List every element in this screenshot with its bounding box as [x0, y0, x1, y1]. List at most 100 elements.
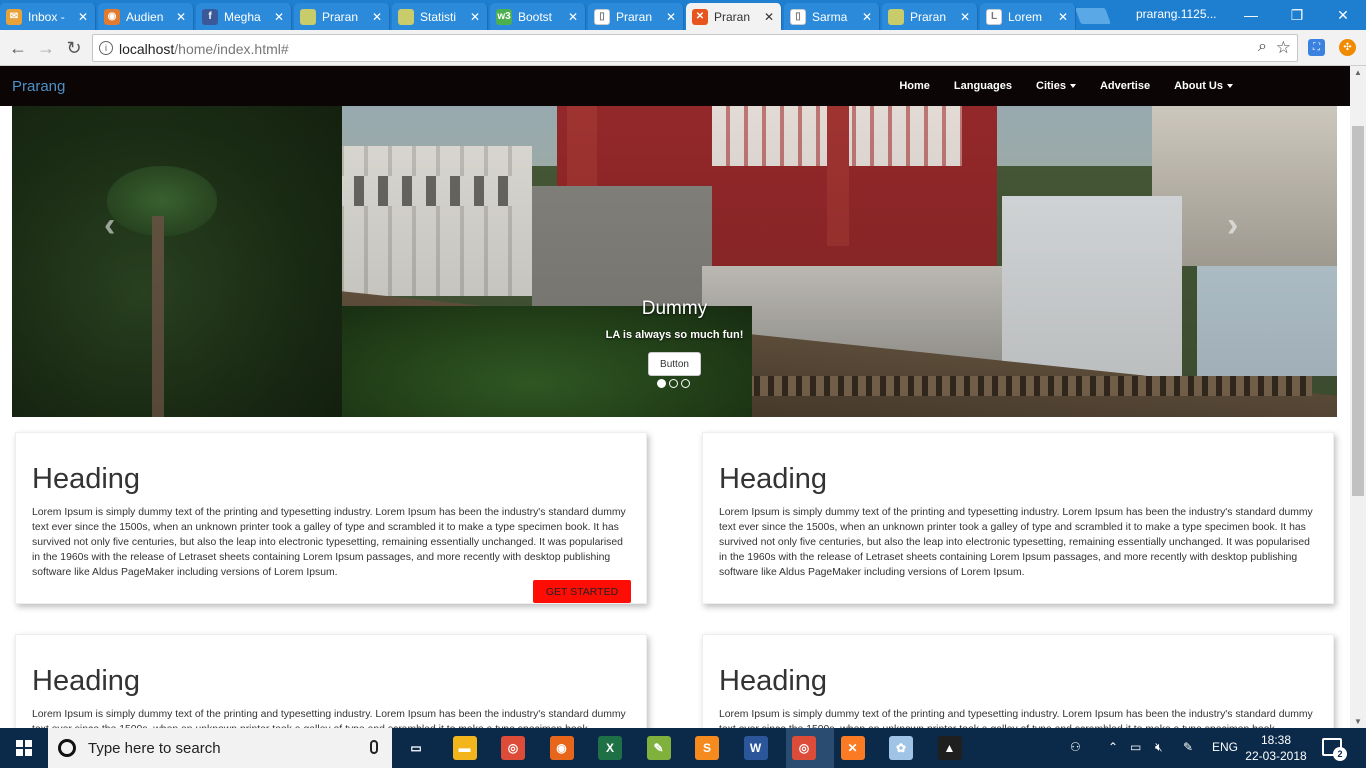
task-view-icon[interactable]: ▭ — [404, 736, 428, 760]
photos-icon[interactable]: ▲ — [937, 736, 962, 760]
carousel-indicator-dot[interactable] — [681, 379, 690, 388]
browser-tab[interactable]: w3 Bootst ✕ — [490, 3, 586, 30]
site-brand[interactable]: Prarang — [12, 78, 65, 95]
nav-item-home[interactable]: Home — [887, 66, 942, 106]
reload-icon[interactable]: ↻ — [62, 37, 86, 59]
scroll-down-icon[interactable]: ▼ — [1354, 717, 1362, 726]
tab-close-icon[interactable]: ✕ — [761, 10, 777, 24]
windows-logo-icon — [16, 740, 32, 756]
browser-tab[interactable]: ✕ Praran ✕ — [686, 3, 782, 30]
new-tab-button[interactable] — [1075, 8, 1111, 24]
carousel-indicator-dot[interactable] — [669, 379, 678, 388]
tab-title: Praran — [714, 9, 751, 24]
tab-favicon-icon: f — [202, 8, 218, 25]
maximize-button[interactable]: ❐ — [1274, 0, 1320, 30]
address-bar[interactable]: i localhost/home/index.html# ⌕ ☆ — [92, 34, 1298, 62]
tab-title: Statisti — [420, 9, 457, 24]
word-icon[interactable]: W — [743, 736, 768, 760]
carousel-indicator-dot[interactable] — [657, 379, 666, 388]
caret-down-icon — [1227, 84, 1233, 88]
start-button[interactable] — [0, 728, 48, 768]
nav-item-languages[interactable]: Languages — [942, 66, 1024, 106]
tab-close-icon[interactable]: ✕ — [271, 10, 287, 24]
tab-close-icon[interactable]: ✕ — [75, 10, 91, 24]
carousel-button[interactable]: Button — [648, 352, 701, 376]
zoom-icon[interactable]: ⌕ — [1258, 38, 1267, 56]
extension-orange-icon[interactable]: ✣ — [1339, 39, 1356, 56]
tab-close-icon[interactable]: ✕ — [467, 10, 483, 24]
network-icon[interactable]: ▭ — [1130, 740, 1141, 754]
nav-item-cities[interactable]: Cities — [1024, 66, 1088, 106]
excel-icon[interactable]: X — [598, 736, 622, 760]
tab-favicon-icon: ◉ — [104, 8, 120, 25]
tab-close-icon[interactable]: ✕ — [957, 10, 973, 24]
browser-tab[interactable]: Praran ✕ — [882, 3, 978, 30]
tab-title: Audien — [126, 9, 164, 24]
browser-tab[interactable]: ▯ Praran ✕ — [588, 3, 684, 30]
tab-title: Praran — [910, 9, 947, 24]
microphone-icon[interactable] — [370, 740, 378, 754]
language-indicator[interactable]: ENG — [1212, 740, 1238, 754]
browser-tab[interactable]: Praran ✕ — [294, 3, 390, 30]
close-window-button[interactable]: ✕ — [1320, 0, 1366, 30]
taskbar-clock[interactable]: 18:38 22-03-2018 — [1244, 732, 1308, 764]
minimize-button[interactable]: — — [1228, 0, 1274, 30]
clock-date: 22-03-2018 — [1245, 749, 1307, 763]
tab-favicon-icon: ✕ — [692, 8, 708, 25]
people-icon[interactable]: ⚇ — [1070, 740, 1081, 754]
browser-tab[interactable]: f Megha ✕ — [196, 3, 292, 30]
browser-tab[interactable]: ◉ Audien ✕ — [98, 3, 194, 30]
browser-tab[interactable]: ▯ Sarma ✕ — [784, 3, 880, 30]
tab-favicon-icon: ▯ — [790, 8, 806, 25]
firefox-icon[interactable]: ◉ — [549, 736, 574, 760]
profile-name[interactable]: prarang.1125... — [1136, 7, 1217, 21]
cortana-icon[interactable] — [58, 739, 76, 757]
file-explorer-icon[interactable]: ▬ — [452, 736, 477, 760]
extension-icon[interactable]: ⛶ — [1308, 39, 1325, 56]
tray-chevron-icon[interactable]: ⌃ — [1108, 740, 1118, 754]
site-navbar: Prarang Home Languages Cities Advertise Abou… — [0, 66, 1350, 106]
tab-close-icon[interactable]: ✕ — [369, 10, 385, 24]
nav-item-advertise[interactable]: Advertise — [1088, 66, 1162, 106]
browser-tab[interactable]: L Lorem ✕ — [980, 3, 1076, 30]
card-heading: Heading — [32, 463, 141, 495]
tab-title: Lorem — [1008, 9, 1043, 24]
scroll-up-icon[interactable]: ▲ — [1354, 68, 1362, 77]
carousel-next-icon[interactable]: › — [1227, 206, 1238, 245]
tab-close-icon[interactable]: ✕ — [859, 10, 875, 24]
card-text: Lorem Ipsum is simply dummy text of the … — [719, 709, 1313, 728]
tab-close-icon[interactable]: ✕ — [173, 10, 189, 24]
pen-icon[interactable]: ✎ — [1183, 740, 1193, 754]
forward-icon[interactable]: → — [34, 37, 58, 59]
url-text[interactable]: localhost/home/index.html# — [119, 41, 289, 57]
tab-title: Praran — [322, 9, 359, 24]
browser-toolbar: ← → ↻ i localhost/home/index.html# ⌕ ☆ — [0, 30, 1366, 66]
windows-taskbar: Type here to search ▭ ▬ ◎ ◉ X ✎ S W ◎ ✕ ✿ ▲ ⚇ ⌃ ▭ 🔇… — [0, 728, 1366, 768]
back-icon[interactable]: ← — [6, 37, 30, 59]
site-info-icon[interactable]: i — [99, 41, 113, 55]
card-text: Lorem Ipsum is simply dummy text of the … — [32, 709, 626, 728]
browser-tab[interactable]: ✉ Inbox - ✕ — [0, 3, 96, 30]
paint-icon[interactable]: ✿ — [889, 736, 913, 760]
chrome-active-icon[interactable]: ◎ — [792, 736, 816, 760]
clock-time: 18:38 — [1260, 733, 1292, 747]
tab-favicon-icon — [888, 8, 904, 25]
volume-muted-icon[interactable]: 🔇︎ — [1155, 740, 1163, 755]
nav-item-about-us[interactable]: About Us — [1162, 66, 1245, 106]
bookmark-star-icon[interactable]: ☆ — [1276, 38, 1291, 58]
browser-tab[interactable]: Statisti ✕ — [392, 3, 488, 30]
scrollbar-thumb[interactable] — [1352, 126, 1364, 496]
card: Heading Lorem Ipsum is simply dummy text… — [15, 634, 647, 728]
get-started-button[interactable]: GET STARTED — [533, 580, 631, 603]
tab-close-icon[interactable]: ✕ — [663, 10, 679, 24]
tab-close-icon[interactable]: ✕ — [565, 10, 581, 24]
taskbar-search[interactable]: Type here to search — [48, 728, 392, 768]
sublime-icon[interactable]: S — [695, 736, 719, 760]
notepad-plus-icon[interactable]: ✎ — [646, 736, 671, 760]
tab-close-icon[interactable]: ✕ — [1055, 10, 1071, 24]
chrome-icon[interactable]: ◎ — [501, 736, 525, 760]
page-scrollbar[interactable]: ▲ ▼ — [1350, 66, 1366, 728]
carousel-indicators — [657, 379, 690, 388]
carousel-prev-icon[interactable]: ‹ — [104, 206, 115, 245]
xampp-icon[interactable]: ✕ — [840, 736, 865, 760]
